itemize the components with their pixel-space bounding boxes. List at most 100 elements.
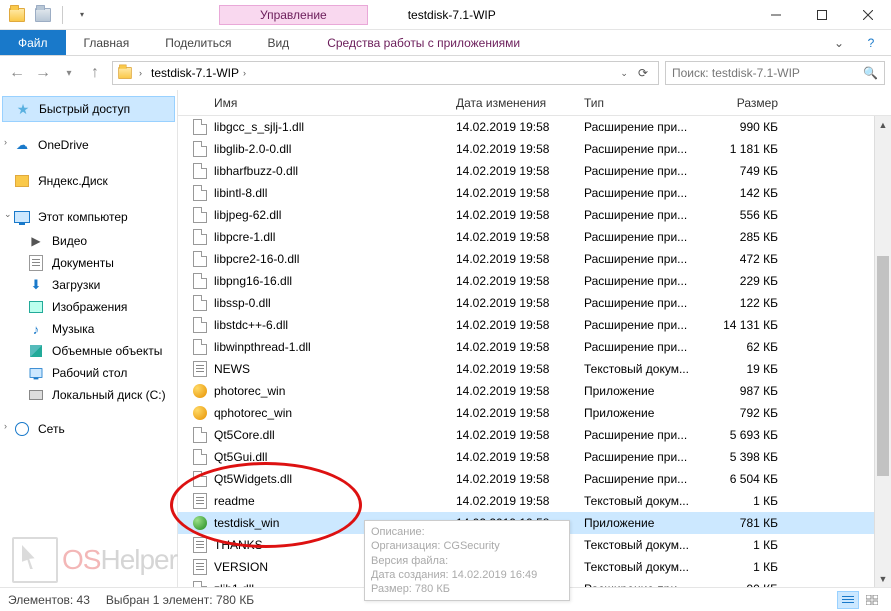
address-dropdown-icon[interactable]: ⌄	[620, 68, 628, 79]
file-row[interactable]: libpcre-1.dll14.02.2019 19:58Расширение …	[178, 226, 891, 248]
ribbon-expand-icon[interactable]: ⌄	[827, 36, 851, 50]
file-row[interactable]: NEWS14.02.2019 19:58Текстовый докум...19…	[178, 358, 891, 380]
file-row[interactable]: photorec_win14.02.2019 19:58Приложение98…	[178, 380, 891, 402]
sidebar-quick-access[interactable]: ★ Быстрый доступ	[2, 96, 175, 122]
column-header-size[interactable]: Размер	[706, 96, 802, 110]
status-item-count: Элементов: 43	[8, 593, 90, 607]
sidebar-network[interactable]: Сеть	[0, 416, 177, 442]
column-header-name[interactable]: Имя	[186, 96, 450, 110]
sidebar-onedrive[interactable]: ☁ OneDrive	[0, 132, 177, 158]
file-icon	[192, 537, 208, 553]
close-button[interactable]	[845, 0, 891, 30]
file-size: 792 КБ	[706, 406, 802, 420]
scrollbar[interactable]: ▲ ▼	[874, 116, 891, 587]
chevron-right-icon[interactable]: ›	[4, 137, 7, 147]
file-type: Расширение при...	[578, 186, 706, 200]
file-date: 14.02.2019 19:58	[450, 406, 578, 420]
refresh-icon[interactable]: ⟳	[632, 66, 654, 80]
file-size: 1 КБ	[706, 538, 802, 552]
address-bar[interactable]: › testdisk-7.1-WIP› ⌄ ⟳	[112, 61, 659, 85]
file-row[interactable]: libssp-0.dll14.02.2019 19:58Расширение п…	[178, 292, 891, 314]
sidebar-item[interactable]: ⬇Загрузки	[0, 274, 177, 296]
sidebar-item-label: Музыка	[52, 322, 94, 336]
view-icons-button[interactable]	[861, 591, 883, 609]
minimize-button[interactable]	[753, 0, 799, 30]
ribbon-tab-home[interactable]: Главная	[66, 30, 148, 55]
file-row[interactable]: libglib-2.0-0.dll14.02.2019 19:58Расшире…	[178, 138, 891, 160]
file-row[interactable]: readme14.02.2019 19:58Текстовый докум...…	[178, 490, 891, 512]
qat-dropdown-icon[interactable]: ▾	[71, 4, 93, 26]
file-row[interactable]: libjpeg-62.dll14.02.2019 19:58Расширение…	[178, 204, 891, 226]
sidebar-item[interactable]: Изображения	[0, 296, 177, 318]
file-type: Текстовый докум...	[578, 494, 706, 508]
file-date: 14.02.2019 19:58	[450, 428, 578, 442]
file-row[interactable]: libharfbuzz-0.dll14.02.2019 19:58Расшире…	[178, 160, 891, 182]
sidebar-this-pc[interactable]: Этот компьютер	[0, 204, 177, 230]
chevron-down-icon[interactable]: ⌄	[4, 209, 12, 220]
scroll-down-icon[interactable]: ▼	[875, 570, 891, 587]
file-row[interactable]: libstdc++-6.dll14.02.2019 19:58Расширени…	[178, 314, 891, 336]
file-date: 14.02.2019 19:58	[450, 318, 578, 332]
maximize-button[interactable]	[799, 0, 845, 30]
sidebar-label: Сеть	[38, 422, 65, 436]
list-body[interactable]: libgcc_s_sjlj-1.dll14.02.2019 19:58Расши…	[178, 116, 891, 587]
file-date: 14.02.2019 19:58	[450, 472, 578, 486]
file-name: libstdc++-6.dll	[214, 318, 288, 332]
file-date: 14.02.2019 19:58	[450, 494, 578, 508]
desktop-icon	[28, 365, 44, 381]
sidebar-label: OneDrive	[38, 138, 89, 152]
sidebar-item[interactable]: ♪Музыка	[0, 318, 177, 340]
file-date: 14.02.2019 19:58	[450, 230, 578, 244]
file-row[interactable]: libintl-8.dll14.02.2019 19:58Расширение …	[178, 182, 891, 204]
ribbon-tab-view[interactable]: Вид	[249, 30, 307, 55]
breadcrumb-segment[interactable]: testdisk-7.1-WIP›	[148, 66, 249, 80]
sidebar-item[interactable]: Объемные объекты	[0, 340, 177, 362]
sidebar-item[interactable]: ▶Видео	[0, 230, 177, 252]
scroll-thumb[interactable]	[877, 256, 889, 476]
file-icon	[192, 427, 208, 443]
file-icon	[192, 471, 208, 487]
file-row[interactable]: Qt5Gui.dll14.02.2019 19:58Расширение при…	[178, 446, 891, 468]
sidebar-item[interactable]: Рабочий стол	[0, 362, 177, 384]
view-details-button[interactable]	[837, 591, 859, 609]
nav-up-icon[interactable]: ↑	[84, 62, 106, 84]
ribbon-contextual-tab[interactable]: Средства работы с приложениями	[307, 30, 540, 55]
sidebar-label: Этот компьютер	[38, 210, 128, 224]
file-type: Расширение при...	[578, 450, 706, 464]
ribbon-tab-share[interactable]: Поделиться	[147, 30, 249, 55]
file-row[interactable]: Qt5Core.dll14.02.2019 19:58Расширение пр…	[178, 424, 891, 446]
breadcrumb-root-caret[interactable]: ›	[139, 68, 142, 78]
sidebar-item[interactable]: Документы	[0, 252, 177, 274]
file-type: Расширение при...	[578, 582, 706, 587]
sidebar-item[interactable]: Локальный диск (C:)	[0, 384, 177, 406]
column-header-type[interactable]: Тип	[578, 96, 706, 110]
chevron-right-icon[interactable]: ›	[4, 421, 7, 431]
search-input[interactable]: Поиск: testdisk-7.1-WIP 🔍	[665, 61, 885, 85]
file-row[interactable]: libpng16-16.dll14.02.2019 19:58Расширени…	[178, 270, 891, 292]
nav-history-icon[interactable]: ▾	[58, 62, 80, 84]
file-row[interactable]: libgcc_s_sjlj-1.dll14.02.2019 19:58Расши…	[178, 116, 891, 138]
file-name: libpng16-16.dll	[214, 274, 292, 288]
nav-back-icon[interactable]: ←	[6, 62, 28, 84]
file-row[interactable]: Qt5Widgets.dll14.02.2019 19:58Расширение…	[178, 468, 891, 490]
file-size: 90 КБ	[706, 582, 802, 587]
sidebar-yandex-disk[interactable]: Яндекс.Диск	[0, 168, 177, 194]
file-type: Расширение при...	[578, 472, 706, 486]
monitor-icon	[14, 209, 30, 225]
address-folder-icon	[117, 65, 133, 81]
file-name: THANKS	[214, 538, 263, 552]
status-selection: Выбран 1 элемент: 780 КБ	[106, 593, 254, 607]
scroll-up-icon[interactable]: ▲	[875, 116, 891, 133]
ribbon-file-tab[interactable]: Файл	[0, 30, 66, 55]
help-icon[interactable]: ?	[859, 36, 883, 50]
file-row[interactable]: qphotorec_win14.02.2019 19:58Приложение7…	[178, 402, 891, 424]
file-type: Текстовый докум...	[578, 560, 706, 574]
file-name: VERSION	[214, 560, 268, 574]
file-size: 62 КБ	[706, 340, 802, 354]
file-row[interactable]: libwinpthread-1.dll14.02.2019 19:58Расши…	[178, 336, 891, 358]
properties-icon[interactable]	[32, 4, 54, 26]
column-header-date[interactable]: Дата изменения	[450, 96, 578, 110]
file-size: 749 КБ	[706, 164, 802, 178]
file-row[interactable]: libpcre2-16-0.dll14.02.2019 19:58Расшире…	[178, 248, 891, 270]
video-icon: ▶	[28, 233, 44, 249]
